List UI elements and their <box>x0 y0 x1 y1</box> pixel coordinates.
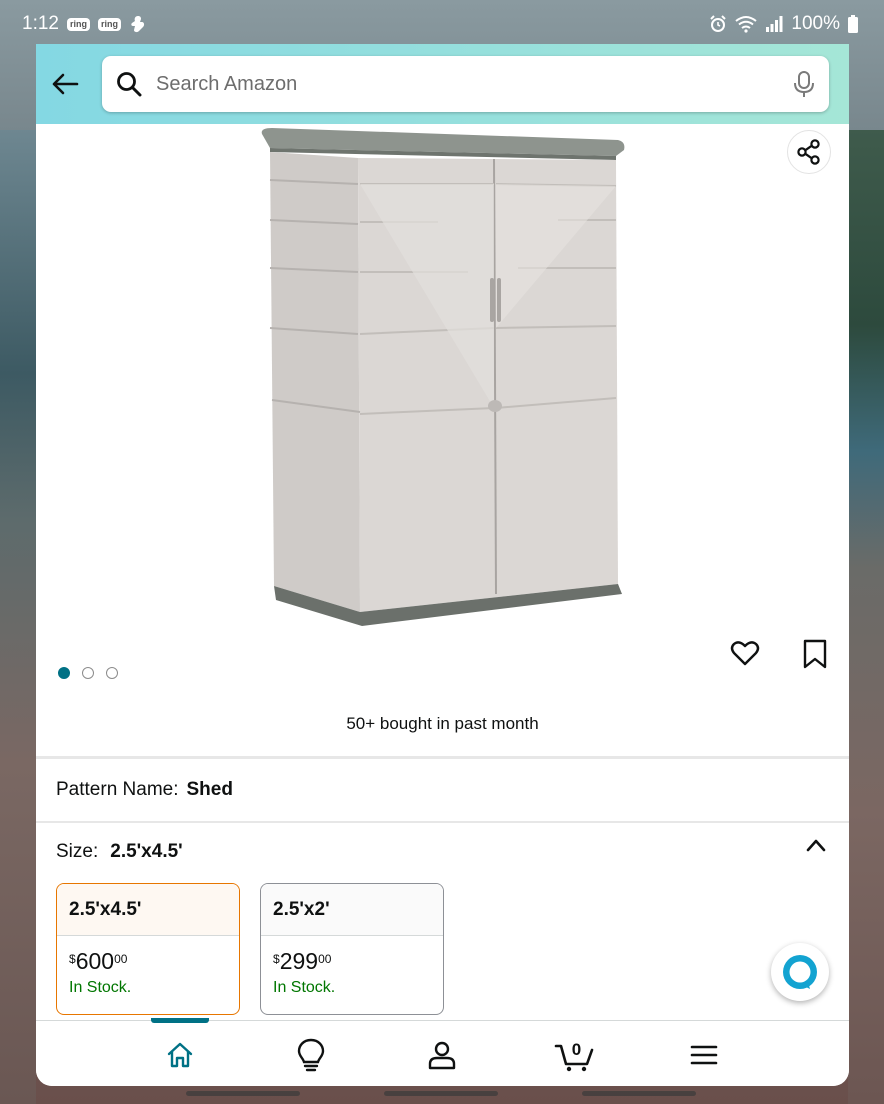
price-currency: $ <box>69 952 76 966</box>
lightbulb-icon <box>297 1038 325 1072</box>
size-option-price: $ 600 00 <box>69 950 227 973</box>
wifi-icon <box>735 15 758 33</box>
size-row[interactable]: Size: 2.5'x4.5' <box>56 841 829 863</box>
size-option-details: $ 600 00 In Stock. <box>57 936 239 997</box>
search-input[interactable] <box>156 72 779 96</box>
size-value: 2.5'x4.5' <box>110 841 183 862</box>
hamburger-menu-icon <box>690 1045 718 1065</box>
app-window: 50+ bought in past month Pattern Name: S… <box>36 44 849 1086</box>
size-swatches: 2.5'x4.5' $ 600 00 In Stock. 2.5'x2' $ 2… <box>56 883 829 1015</box>
carousel-dot-1[interactable] <box>58 667 70 679</box>
pattern-value: Shed <box>186 779 233 800</box>
product-image-shed[interactable] <box>258 128 628 628</box>
pattern-name-row: Pattern Name: Shed <box>36 759 849 821</box>
back-button[interactable] <box>50 69 80 99</box>
cart-icon: 0 <box>554 1040 594 1072</box>
size-option-name: 2.5'x2' <box>261 884 443 936</box>
size-option-name: 2.5'x4.5' <box>57 884 239 936</box>
save-for-later-button[interactable] <box>802 638 828 675</box>
search-box[interactable] <box>102 56 829 112</box>
nav-home[interactable] <box>160 1035 200 1075</box>
battery-percent: 100% <box>791 13 840 34</box>
stock-status: In Stock. <box>273 979 336 996</box>
collapse-size-button[interactable] <box>805 837 827 858</box>
product-image-area: 50+ bought in past month <box>36 124 849 756</box>
stock-status: In Stock. <box>69 979 132 996</box>
share-button[interactable] <box>787 130 831 174</box>
size-option-price: $ 299 00 <box>273 950 431 973</box>
size-option-1[interactable]: 2.5'x4.5' $ 600 00 In Stock. <box>56 883 240 1015</box>
back-arrow-icon <box>52 73 79 95</box>
price-currency: $ <box>273 952 280 966</box>
gesture-bar-center <box>384 1091 498 1096</box>
carousel-dot-3[interactable] <box>106 667 118 679</box>
search-icon <box>117 72 142 97</box>
home-icon <box>167 1042 193 1068</box>
search-header <box>36 44 849 124</box>
background-right <box>848 130 884 1104</box>
price-fraction: 00 <box>318 952 332 966</box>
alarm-icon <box>709 15 727 33</box>
size-label: Size: <box>56 841 99 862</box>
heart-icon <box>730 641 760 666</box>
size-option-2[interactable]: 2.5'x2' $ 299 00 In Stock. <box>260 883 444 1015</box>
wishlist-button[interactable] <box>730 638 760 673</box>
signal-icon <box>765 16 783 32</box>
alexa-icon <box>783 955 817 989</box>
status-left: 1:12 ring ring <box>22 13 147 35</box>
microphone-icon[interactable] <box>793 70 815 98</box>
background-left <box>0 130 36 1104</box>
chevron-up-icon <box>806 839 826 852</box>
battery-icon <box>848 15 858 33</box>
price-fraction: 00 <box>114 952 128 966</box>
gesture-bar-right <box>582 1091 696 1096</box>
ring-notification-icon-2: ring <box>97 17 121 31</box>
nav-cart[interactable]: 0 <box>552 1035 596 1075</box>
status-bar: 1:12 ring ring 100% <box>0 0 884 48</box>
bookmark-icon <box>803 639 827 669</box>
carousel-dot-2[interactable] <box>82 667 94 679</box>
notification-hand-icon <box>129 14 147 34</box>
status-right: 100% <box>709 13 858 35</box>
price-whole: 299 <box>279 948 319 974</box>
bottom-navigation: 0 <box>36 1018 849 1086</box>
share-icon <box>797 139 820 165</box>
alexa-button[interactable] <box>771 943 829 1001</box>
pattern-label: Pattern Name: <box>56 779 179 800</box>
status-time: 1:12 <box>22 13 59 34</box>
user-icon <box>428 1041 456 1070</box>
price-whole: 600 <box>75 948 115 974</box>
active-tab-indicator <box>151 1018 209 1023</box>
size-option-details: $ 299 00 In Stock. <box>261 936 443 997</box>
size-section: Size: 2.5'x4.5' 2.5'x4.5' $ 600 00 In St… <box>36 823 849 1023</box>
bought-in-past-month: 50+ bought in past month <box>346 714 539 733</box>
image-carousel-dots <box>58 667 118 679</box>
gesture-bar-left <box>186 1091 300 1096</box>
cart-count: 0 <box>572 1040 581 1059</box>
nav-account[interactable] <box>422 1035 462 1075</box>
ring-notification-icon: ring <box>66 17 90 31</box>
nav-inspire[interactable] <box>291 1035 331 1075</box>
nav-menu[interactable] <box>684 1035 724 1075</box>
